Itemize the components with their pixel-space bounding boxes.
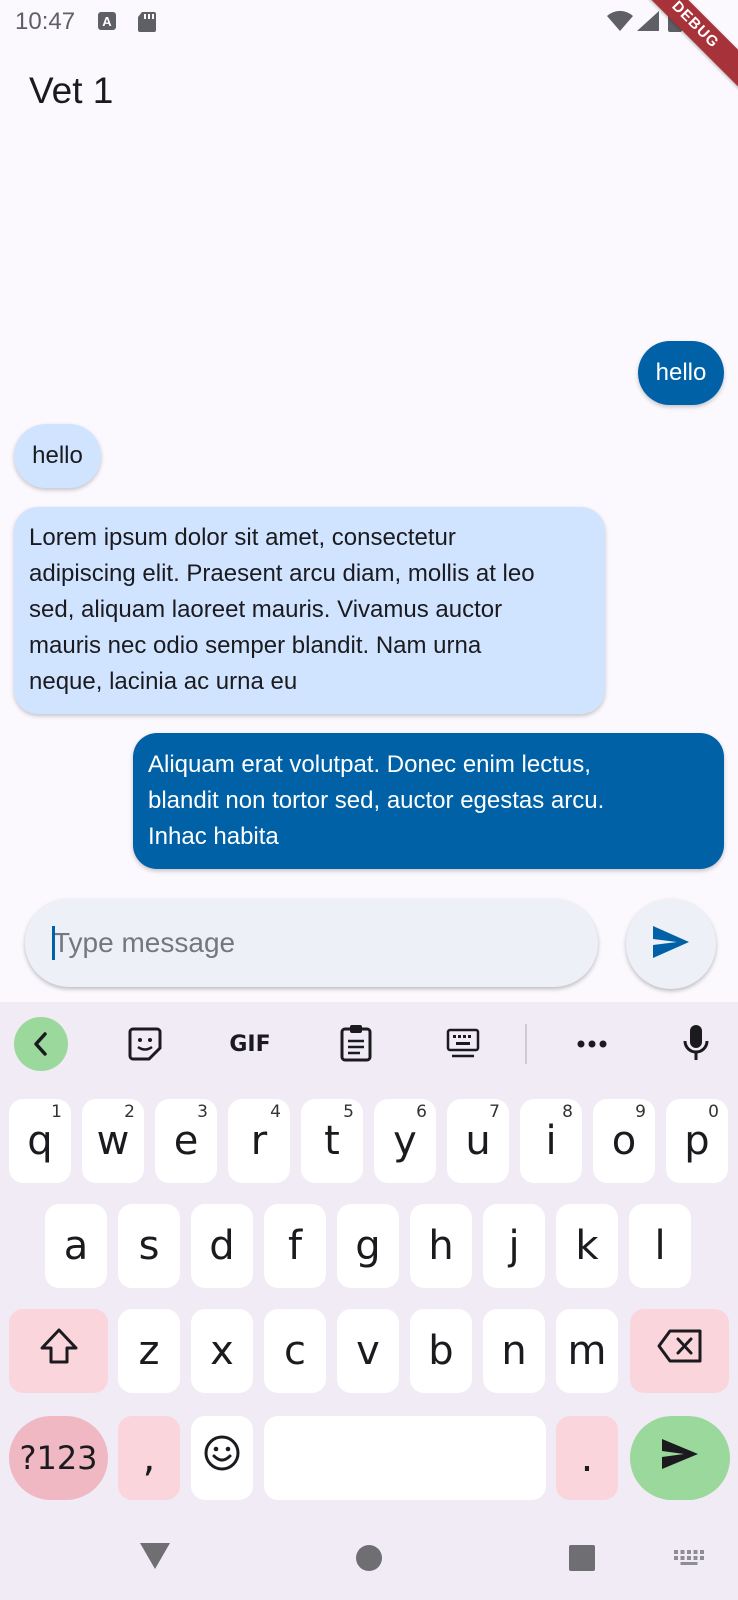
key-f[interactable]: f xyxy=(264,1204,326,1288)
key-m[interactable]: m xyxy=(556,1309,618,1393)
page-title: Vet 1 xyxy=(29,70,114,111)
key-l[interactable]: l xyxy=(629,1204,691,1288)
back-chevron-icon[interactable] xyxy=(14,1017,68,1071)
status-time: 10:47 xyxy=(15,8,76,35)
key-s[interactable]: s xyxy=(118,1204,180,1288)
message-text-line: Inhac habita xyxy=(148,823,279,850)
wifi-icon xyxy=(606,10,634,37)
status-bar: 10:47 A DEBUG xyxy=(0,0,738,95)
key-i[interactable]: i8 xyxy=(520,1099,582,1183)
emoji-icon xyxy=(203,1434,241,1482)
home-circle-icon[interactable] xyxy=(355,1544,383,1577)
message-bubble-sent[interactable]: hello xyxy=(638,341,724,405)
navigation-bar xyxy=(0,1520,738,1600)
sticker-icon[interactable] xyxy=(122,1022,168,1066)
message-text-line: Lorem ipsum dolor sit amet, consectetur xyxy=(29,524,456,551)
keyboard-switch-icon[interactable] xyxy=(674,1550,704,1571)
key-y[interactable]: y6 xyxy=(374,1099,436,1183)
key-e[interactable]: e3 xyxy=(155,1099,217,1183)
emoji-key[interactable] xyxy=(191,1416,253,1500)
message-text-line: Aliquam erat volutpat. Donec enim lectus… xyxy=(148,751,591,778)
send-icon xyxy=(651,924,691,965)
key-k[interactable]: k xyxy=(556,1204,618,1288)
toolbar-divider xyxy=(525,1024,527,1064)
shift-icon xyxy=(39,1327,79,1375)
shift-key[interactable] xyxy=(9,1309,108,1393)
back-triangle-icon[interactable] xyxy=(139,1542,171,1575)
message-text-line: adipiscing elit. Praesent arcu diam, mol… xyxy=(29,560,535,587)
key-u[interactable]: u7 xyxy=(447,1099,509,1183)
key-w[interactable]: w2 xyxy=(82,1099,144,1183)
soft-keyboard: GIF q1 w2 e3 r4 t5 y6 u7 i8 o9 p0 a s d … xyxy=(0,1002,738,1600)
send-button[interactable] xyxy=(626,899,716,989)
space-key[interactable] xyxy=(264,1416,546,1500)
a-notification-icon: A xyxy=(97,11,117,36)
recents-square-icon[interactable] xyxy=(568,1544,596,1577)
sd-card-icon xyxy=(137,11,157,38)
keyboard-layout-icon[interactable] xyxy=(440,1022,486,1066)
key-x[interactable]: x xyxy=(191,1309,253,1393)
key-v[interactable]: v xyxy=(337,1309,399,1393)
key-z[interactable]: z xyxy=(118,1309,180,1393)
backspace-icon xyxy=(656,1328,704,1374)
microphone-icon[interactable] xyxy=(674,1020,718,1066)
message-input[interactable] xyxy=(25,899,598,987)
message-text-line: sed, aliquam laoreet mauris. Vivamus auc… xyxy=(29,596,503,623)
key-d[interactable]: d xyxy=(191,1204,253,1288)
key-o[interactable]: o9 xyxy=(593,1099,655,1183)
chat-screen: 10:47 A DEBUG Vet 1 hello hello Lorem ip… xyxy=(0,0,738,1600)
send-icon xyxy=(660,1435,700,1481)
message-bubble-sent[interactable]: Aliquam erat volutpat. Donec enim lectus… xyxy=(133,733,724,869)
key-h[interactable]: h xyxy=(410,1204,472,1288)
key-g[interactable]: g xyxy=(337,1204,399,1288)
key-a[interactable]: a xyxy=(45,1204,107,1288)
symbols-key[interactable]: ?123 xyxy=(9,1416,108,1500)
keyboard-send-key[interactable] xyxy=(630,1416,730,1500)
message-text-line: mauris nec odio semper blandit. Nam urna xyxy=(29,632,482,659)
comma-key[interactable]: , xyxy=(118,1416,180,1500)
message-bubble-received[interactable]: Lorem ipsum dolor sit amet, consectetur … xyxy=(14,507,605,714)
text-cursor xyxy=(52,926,55,960)
message-text: hello xyxy=(32,442,83,469)
more-icon[interactable] xyxy=(570,1022,614,1066)
clipboard-icon[interactable] xyxy=(334,1020,378,1066)
key-t[interactable]: t5 xyxy=(301,1099,363,1183)
key-j[interactable]: j xyxy=(483,1204,545,1288)
message-text: hello xyxy=(655,359,707,386)
key-b[interactable]: b xyxy=(410,1309,472,1393)
key-n[interactable]: n xyxy=(483,1309,545,1393)
message-bubble-received[interactable]: hello xyxy=(14,424,101,488)
key-c[interactable]: c xyxy=(264,1309,326,1393)
svg-text:A: A xyxy=(102,14,112,29)
key-r[interactable]: r4 xyxy=(228,1099,290,1183)
backspace-key[interactable] xyxy=(630,1309,729,1393)
period-key[interactable]: . xyxy=(556,1416,618,1500)
key-p[interactable]: p0 xyxy=(666,1099,728,1183)
message-text-line: blandit non tortor sed, auctor egestas a… xyxy=(148,787,605,814)
gif-button[interactable]: GIF xyxy=(224,1022,276,1066)
key-q[interactable]: q1 xyxy=(9,1099,71,1183)
signal-icon xyxy=(636,10,660,37)
message-text-line: neque, lacinia ac urna eu xyxy=(29,668,298,695)
